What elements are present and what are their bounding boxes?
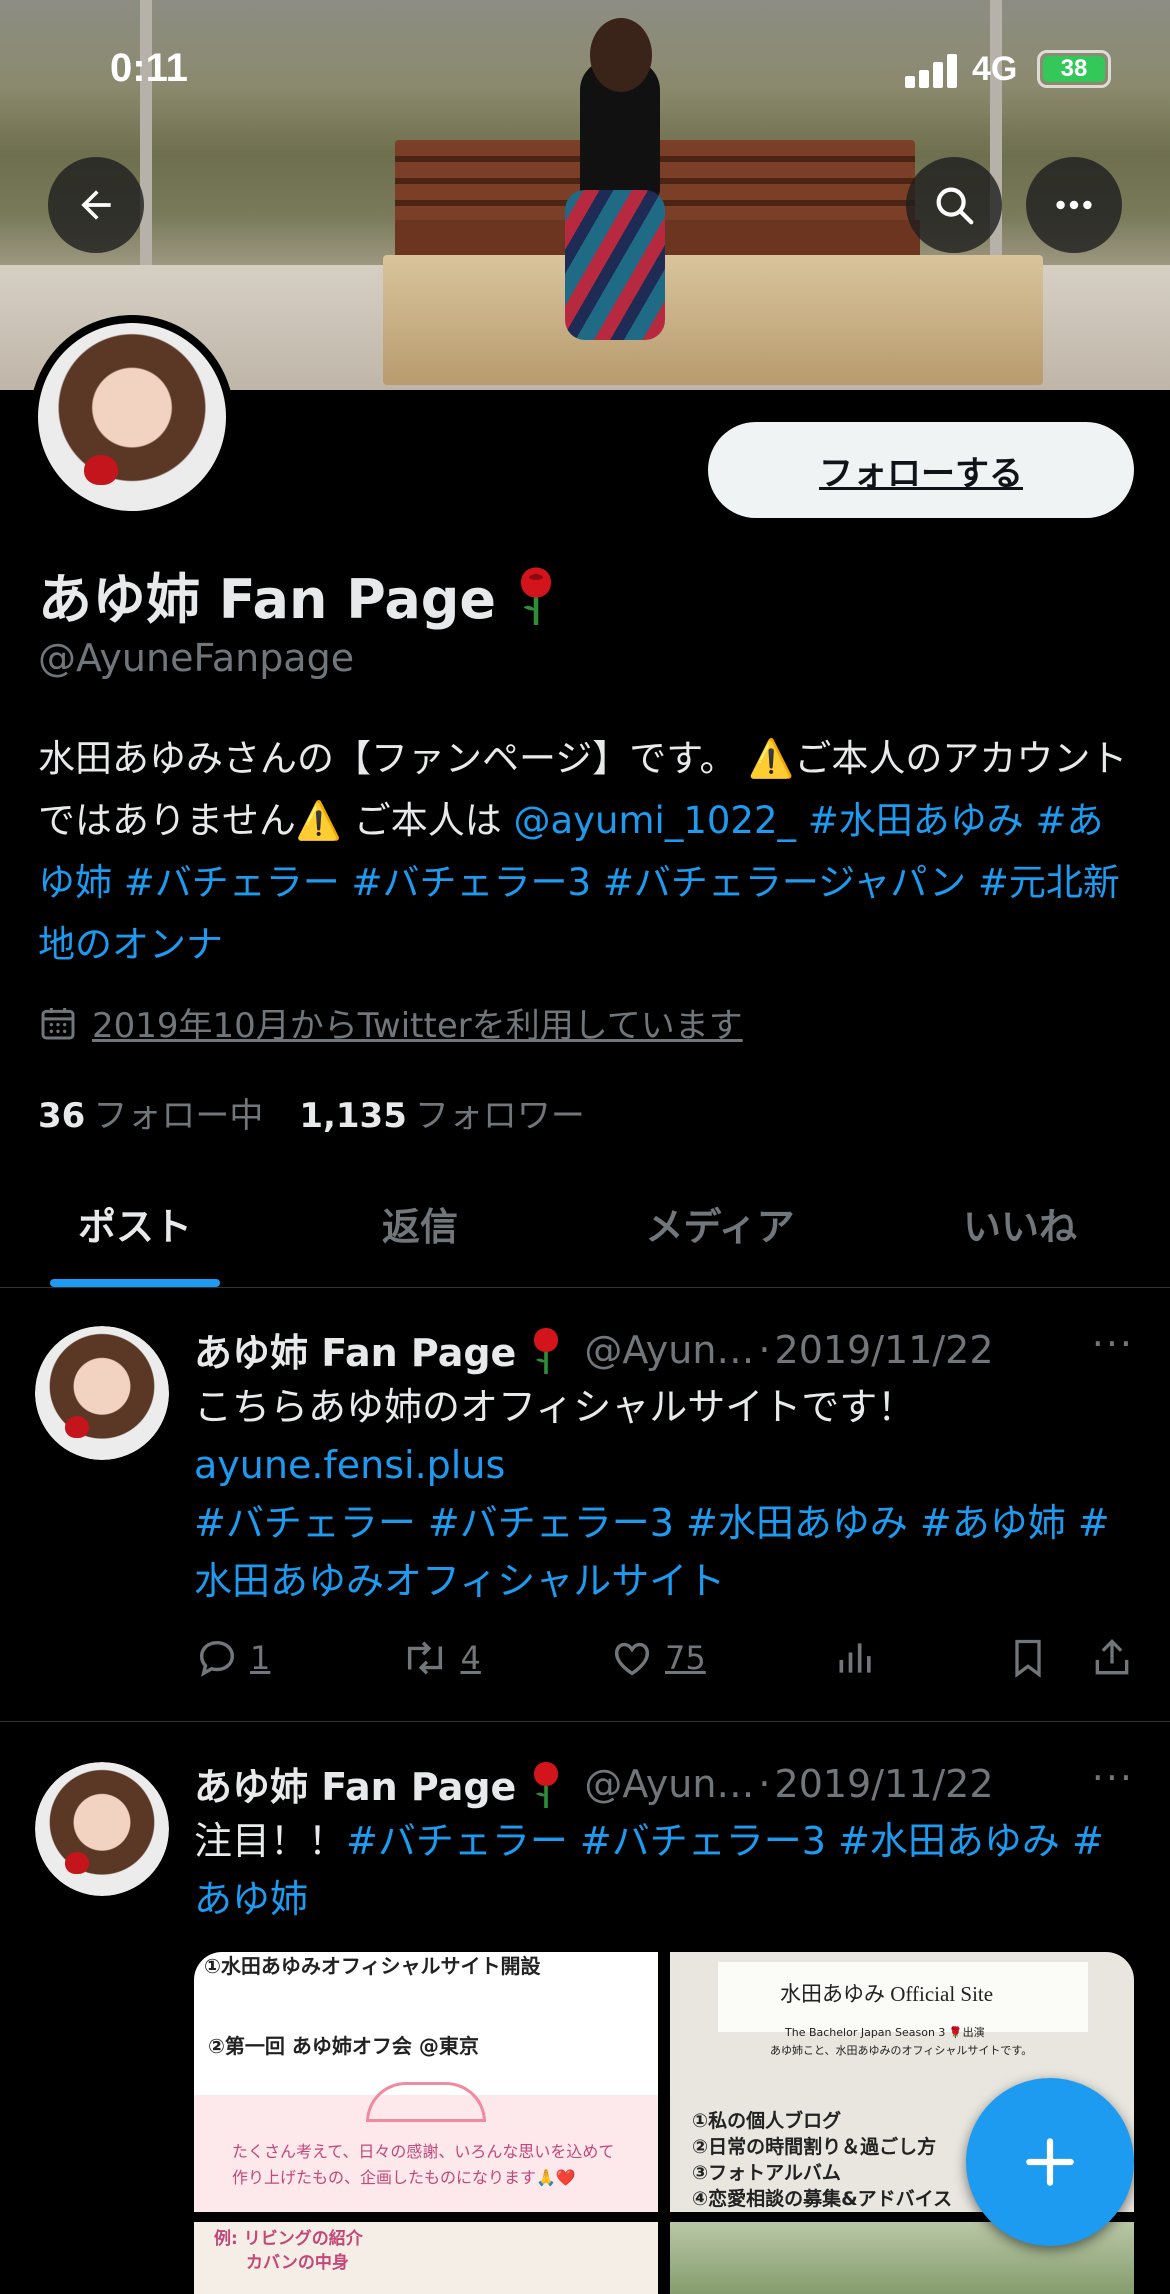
post-header: あゆ姉 Fan Page @Ayun… · 2019/11/22 ··· [194, 1322, 1134, 1377]
calendar-icon [41, 1007, 75, 1039]
status-time: 0:11 [110, 46, 188, 90]
media-text: ②第一回 あゆ姉オフ会 @東京 [208, 2034, 479, 2058]
post-date[interactable]: 2019/11/22 [775, 1762, 994, 1806]
rose-icon [84, 455, 118, 485]
followers-label: フォロワー [414, 1096, 585, 1136]
post-author-handle: @Ayun… [584, 1761, 755, 1806]
media-text: ④恋愛相談の募集&アドバイス [692, 2188, 953, 2210]
heart-decoration [366, 2082, 486, 2122]
post-author-name[interactable]: あゆ姉 Fan Page [194, 1756, 516, 1811]
bio-mention-link[interactable]: @ayumi_1022_ [513, 799, 796, 842]
joined-date: 2019年10月からTwitterを利用しています [38, 998, 743, 1047]
post-avatar[interactable] [35, 1326, 169, 1460]
media-text: The Bachelor Japan Season 3 🌹出演 [785, 2026, 985, 2039]
post-hashtags[interactable]: #バチェラー #バチェラー3 #水田あゆみ #あゆ姉 #水田あゆみオフィシャルサ… [194, 1494, 1134, 1610]
profile-tabs: ポスト 返信 メディア いいね [0, 1160, 1170, 1288]
following-label: フォロー中 [93, 1096, 264, 1136]
media-image-1[interactable]: ①水田あゆみオフィシャルサイト開設 ②第一回 あゆ姉オフ会 @東京 たくさん考え… [194, 1952, 658, 2212]
post-actions: 1 4 75 [194, 1630, 1134, 1686]
rose-icon [534, 1761, 559, 1808]
reply-icon [199, 1640, 235, 1677]
reply-count: 1 [250, 1639, 271, 1677]
reply-button[interactable]: 1 [194, 1635, 270, 1681]
post-separator: · [758, 1327, 771, 1372]
media-text: あゆ姉こと、水田あゆみのオフィシャルサイトです。 [770, 2044, 1033, 2057]
plus-icon [1026, 2138, 1074, 2186]
post-more-icon[interactable]: ··· [1092, 1322, 1134, 1366]
rose-icon [65, 1852, 89, 1874]
search-icon [936, 187, 974, 225]
search-button[interactable] [906, 157, 1002, 253]
post-header: あゆ姉 Fan Page @Ayun… · 2019/11/22 ··· [194, 1756, 1134, 1811]
heart-icon [614, 1642, 650, 1676]
arrow-left-icon [81, 190, 111, 220]
rose-icon [534, 1327, 559, 1374]
compose-post-button[interactable] [966, 2078, 1134, 2246]
profile-bio: 水田あゆみさんの【ファンページ】です。 ⚠️ご本人のアカウントではありません⚠️… [38, 728, 1138, 976]
media-text: たくさん考えて、日々の感謝、いろんな思いを込めて [232, 2142, 615, 2161]
followers-link[interactable]: 1,135 フォロワー [299, 1088, 585, 1137]
retweet-count: 4 [460, 1639, 481, 1677]
tab-replies[interactable]: 返信 [270, 1160, 570, 1287]
banner-person-skirt [565, 190, 665, 340]
post-text: こちらあゆ姉のオフィシャルサイトです！ [194, 1385, 916, 1429]
post-more-icon[interactable]: ··· [1092, 1756, 1134, 1800]
profile-handle: @AyuneFanpage [38, 636, 355, 680]
profile-display-name: あゆ姉 Fan Page [38, 555, 566, 634]
media-image-3[interactable]: 例: リビングの紹介 カバンの中身 [194, 2222, 658, 2294]
analytics-icon [839, 1643, 871, 1673]
media-text: カバンの中身 [246, 2253, 349, 2273]
bookmark-icon[interactable] [1006, 1635, 1050, 1681]
followers-count: 1,135 [299, 1096, 407, 1136]
profile-avatar[interactable] [30, 315, 234, 519]
media-text: ①私の個人ブログ [692, 2110, 842, 2132]
signal-icon [905, 54, 959, 88]
post-author-handle: @Ayun… [584, 1327, 755, 1372]
network-type: 4G [972, 50, 1018, 88]
tab-media[interactable]: メディア [570, 1160, 870, 1287]
post-date[interactable]: 2019/11/22 [775, 1328, 994, 1372]
media-text: ①水田あゆみオフィシャルサイト開設 [204, 1954, 541, 1978]
post-separator: · [758, 1761, 771, 1806]
like-button[interactable]: 75 [609, 1635, 706, 1681]
battery-level: 38 [1043, 56, 1105, 82]
banner-bench-base [383, 255, 1043, 385]
rose-icon [65, 1416, 89, 1438]
status-bar: 0:11 4G 38 [0, 0, 1170, 150]
post-extra-actions [1006, 1635, 1134, 1681]
tab-likes[interactable]: いいね [870, 1160, 1170, 1287]
media-text: ③フォトアルバム [692, 2162, 841, 2184]
post-author-name[interactable]: あゆ姉 Fan Page [194, 1322, 516, 1377]
like-count: 75 [665, 1639, 706, 1677]
following-link[interactable]: 36 フォロー中 [38, 1088, 263, 1137]
more-horizontal-icon [1056, 200, 1092, 210]
retweet-button[interactable]: 4 [399, 1635, 481, 1681]
rose-icon [521, 567, 552, 625]
media-text: ②日常の時間割り＆過ごし方 [692, 2136, 937, 2158]
more-options-button[interactable] [1026, 157, 1122, 253]
post-body: こちらあゆ姉のオフィシャルサイトです！ ayune.fensi.plus #バチ… [194, 1378, 1134, 1610]
post-text: 注目！！ [194, 1819, 347, 1863]
post-avatar[interactable] [35, 1762, 169, 1896]
following-count: 36 [38, 1096, 86, 1136]
battery-icon: 38 [1037, 50, 1111, 88]
post-body: 注目！！#バチェラー #バチェラー3 #水田あゆみ #あゆ姉 [194, 1812, 1134, 1928]
display-name-text: あゆ姉 Fan Page [38, 568, 497, 631]
share-icon[interactable] [1090, 1635, 1134, 1681]
joined-text: 2019年10月からTwitterを利用しています [92, 1006, 743, 1046]
media-text: 作り上げたもの、企画したものになります🙏❤️ [232, 2168, 576, 2187]
media-text: 水田あゆみ Official Site [780, 1982, 994, 2006]
analytics-button[interactable] [834, 1636, 878, 1680]
post-link[interactable]: ayune.fensi.plus [194, 1436, 1134, 1494]
tab-posts[interactable]: ポスト [0, 1160, 270, 1287]
back-button[interactable] [48, 157, 144, 253]
retweet-icon [407, 1641, 442, 1675]
media-text: 例: リビングの紹介 [214, 2229, 363, 2249]
follow-counts: 36 フォロー中 1,135 フォロワー [38, 1088, 585, 1137]
follow-button[interactable]: フォローする [708, 422, 1134, 518]
post[interactable]: あゆ姉 Fan Page @Ayun… · 2019/11/22 ··· こちら… [0, 1288, 1170, 1722]
